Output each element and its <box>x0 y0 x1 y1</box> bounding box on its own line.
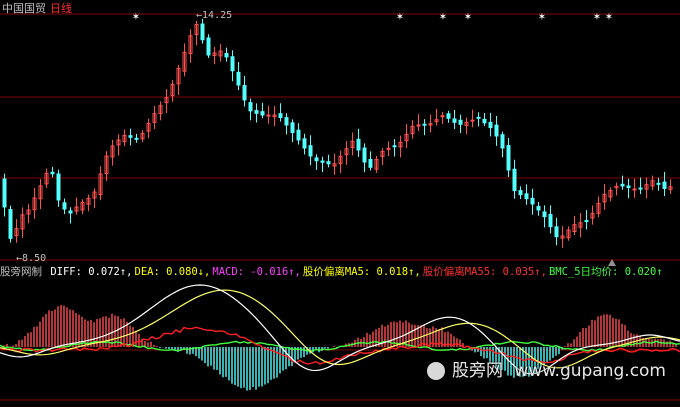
candle-body <box>422 123 427 126</box>
event-marker-icon: ✶ <box>132 12 140 23</box>
candle-body <box>62 202 67 210</box>
candle-body <box>392 145 397 148</box>
indicator-item: DEA: 0.080↓, <box>134 266 211 278</box>
candle-body <box>56 173 61 201</box>
candle-body <box>530 197 535 205</box>
watermark-cn: 股旁网 <box>451 361 503 381</box>
candlesticks <box>2 18 673 248</box>
candle-body <box>656 182 661 185</box>
indicator-item: DIFF: 0.072↑, <box>50 266 133 278</box>
candle-body <box>638 187 643 190</box>
candle-body <box>584 220 589 223</box>
candle-body <box>488 121 493 129</box>
candle-body <box>620 183 625 187</box>
candle-body <box>284 117 289 126</box>
candle-body <box>506 145 511 171</box>
candle-body <box>68 210 73 214</box>
candle-body <box>554 226 559 238</box>
candle-body <box>308 145 313 157</box>
indicator-name[interactable]: 股旁网制 <box>0 266 42 278</box>
candle-body <box>524 193 529 200</box>
candle-body <box>236 71 241 86</box>
candle-body <box>320 160 325 163</box>
candle-body <box>356 138 361 151</box>
candle-body <box>362 147 367 163</box>
candle-body <box>242 85 247 101</box>
indicator-header: 股旁网制 DIFF: 0.072↑, DEA: 0.080↓, MACD: -0.0… <box>0 264 667 279</box>
candle-body <box>2 178 7 208</box>
candle-body <box>200 23 205 41</box>
candle-body <box>296 129 301 141</box>
candle-body <box>50 171 55 175</box>
event-marker-icon: ✶ <box>593 12 601 23</box>
candle-body <box>662 181 667 189</box>
candle-body <box>476 116 481 119</box>
high-price-label: ←14.25 <box>196 10 233 21</box>
indicator-item: MACD: -0.016↑, <box>212 266 301 278</box>
event-marker-icon: ✶ <box>439 12 447 23</box>
indicator-item: 股价偏离MA5: 0.018↑, <box>302 266 421 278</box>
candle-body <box>248 102 253 112</box>
candle-body <box>224 53 229 58</box>
event-marker-icon: ✶ <box>538 12 546 23</box>
candle-body <box>290 122 295 134</box>
candle-body <box>500 134 505 149</box>
candle-body <box>368 158 373 168</box>
title-bar: 中国国贸 日线 <box>2 0 72 16</box>
candle-body <box>452 118 457 123</box>
candle-body <box>314 157 319 162</box>
candle-body <box>260 111 265 116</box>
candle-body <box>230 56 235 72</box>
candle-body <box>518 190 523 196</box>
candle-body <box>470 119 475 122</box>
candle-body <box>254 110 259 114</box>
candle-body <box>494 124 499 137</box>
candle-body <box>326 161 331 165</box>
event-marker-icon: ✶ <box>464 12 472 23</box>
stock-name: 中国国贸 <box>2 2 46 15</box>
candle-body <box>278 113 283 118</box>
candle-body <box>8 209 13 239</box>
chart-canvas: ✶ ✶ ✶ ✶ ✶ ✶ ✶ <box>0 12 680 401</box>
candle-body <box>416 124 421 127</box>
period-label[interactable]: 日线 <box>50 2 72 15</box>
candle-body <box>458 119 463 125</box>
candle-body <box>446 113 451 119</box>
watermark-url: www.gupang.com <box>514 361 666 381</box>
gupang-logo-icon <box>426 362 445 380</box>
event-marker-icon: ✶ <box>605 12 613 23</box>
event-marker-icon: ✶ <box>396 12 404 23</box>
candle-body <box>512 168 517 192</box>
low-price-label: ←8.50 <box>16 253 47 264</box>
candle-body <box>134 137 139 140</box>
candle-body <box>632 188 637 191</box>
candle-body <box>302 138 307 149</box>
indicator-item: 股价偏离MA55: 0.035↑, <box>422 266 547 278</box>
event-markers: ✶ ✶ ✶ ✶ ✶ ✶ ✶ <box>132 12 616 266</box>
watermark: 股旁网 www.gupang.com <box>425 356 666 381</box>
candle-body <box>128 135 133 138</box>
candle-body <box>536 206 541 211</box>
indicator-item: BMC_5日均价: 0.020↑ <box>548 266 663 278</box>
candle-body <box>206 37 211 56</box>
candle-body <box>542 211 547 218</box>
candle-body <box>626 185 631 189</box>
candle-body <box>482 118 487 124</box>
candle-body <box>548 214 553 228</box>
candle-body <box>386 147 391 150</box>
